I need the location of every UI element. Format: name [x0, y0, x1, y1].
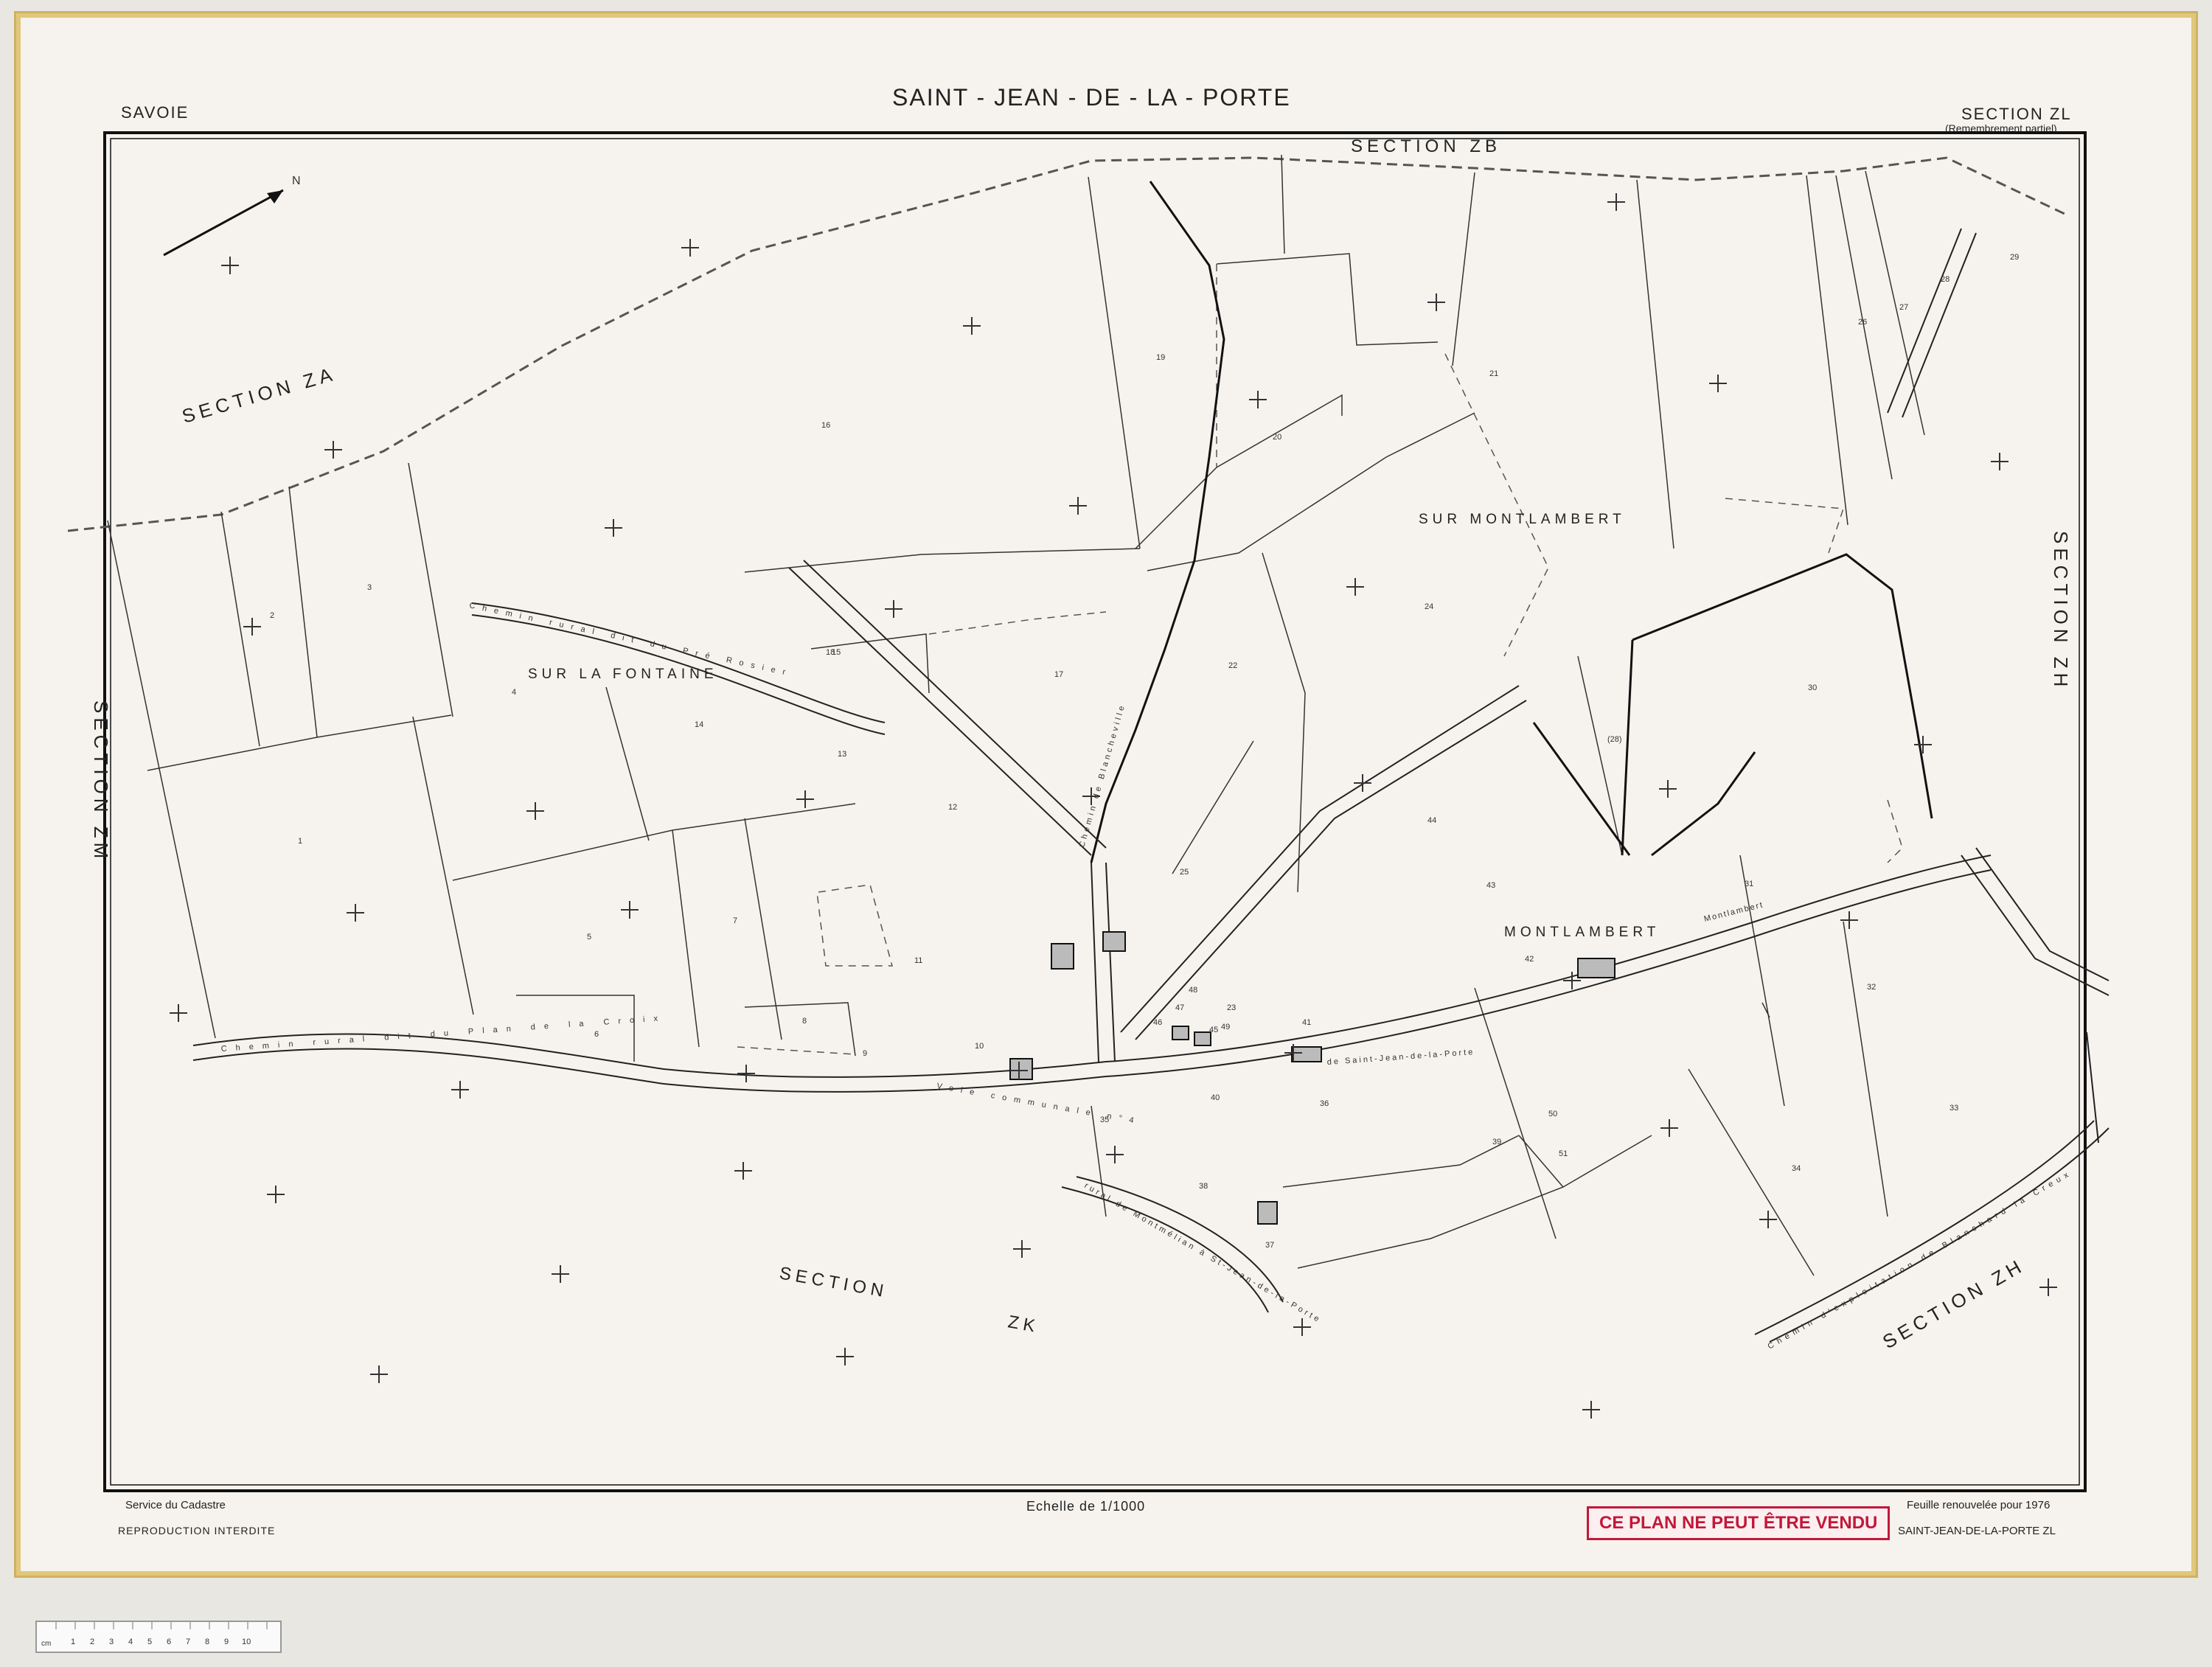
- scale-label: Echelle de 1/1000: [1026, 1499, 1146, 1514]
- road-blancheville: Chemin de Blancheville: [1077, 702, 1127, 848]
- lieu-dit-sur-la-fontaine: SUR LA FONTAINE: [528, 667, 718, 682]
- section-za-label: SECTION ZA: [179, 362, 338, 427]
- lieu-dit-sur-montlambert: SUR MONTLAMBERT: [1419, 512, 1626, 527]
- ruler-unit: cm: [41, 1640, 51, 1648]
- map-drawing: N SECTION ZB SECTION ZA SECTION ZM SECTI…: [67, 131, 2110, 1492]
- dashed-lines: [737, 264, 1903, 1055]
- road-saint-jean: de Saint-Jean-de-la-Porte: [1326, 1048, 1475, 1067]
- north-arrow: [163, 189, 284, 257]
- parcel-number: 23: [1227, 1003, 1236, 1012]
- parcel-number: 43: [1486, 881, 1495, 890]
- parcel-number: 30: [1808, 683, 1817, 692]
- parcel-number: 26: [1858, 318, 1867, 327]
- parcel-number: 21: [1489, 369, 1498, 378]
- parcel-number: 50: [1548, 1110, 1557, 1118]
- section-zm-label: SECTION ZM: [90, 700, 112, 863]
- parcel-numbers: 1 2 3 4 5 6 7 8 9 10 11 12 13 14 15 16 1…: [270, 253, 2019, 1250]
- ruler-digit: 7: [186, 1638, 190, 1646]
- parcel-number: 46: [1153, 1018, 1162, 1027]
- parcel-number: 10: [975, 1042, 984, 1051]
- parcel-number: 18: [826, 648, 835, 657]
- parcel-number: 1: [298, 837, 302, 846]
- parcel-number: 29: [2010, 253, 2019, 262]
- parcel-number: 2: [270, 611, 274, 620]
- parcel-number: 3: [367, 583, 372, 592]
- parcel-number: 8: [802, 1017, 807, 1026]
- parcel-number: 12: [948, 803, 957, 812]
- parcel-number: 7: [733, 916, 737, 925]
- section-zh-right-label: SECTION ZH: [2050, 531, 2072, 691]
- parcel-number: 19: [1156, 353, 1165, 362]
- parcel-number: 47: [1175, 1003, 1184, 1012]
- parcel-number: 24: [1425, 602, 1433, 611]
- parcel-number: 20: [1273, 433, 1281, 442]
- parcel-number: 27: [1899, 303, 1908, 312]
- ruler-digit: 10: [242, 1638, 251, 1646]
- road-montmelian: rural de Montmélian à St-Jean-de-la-Port…: [1083, 1181, 1324, 1325]
- scale-ruler: cm 1 2 3 4 5 6 7 8 9 10: [35, 1621, 282, 1653]
- road-voie-communale: Voie communale n°4: [936, 1082, 1141, 1127]
- parcel-number: 34: [1792, 1164, 1801, 1173]
- parcel-number: 37: [1265, 1241, 1274, 1250]
- parcel-number: 25: [1180, 868, 1189, 877]
- ruler-digit: 3: [109, 1638, 114, 1646]
- parcel-number: 38: [1199, 1182, 1208, 1191]
- parcel-number: 45: [1209, 1026, 1218, 1034]
- section-zk-label-2: ZK: [1006, 1312, 1041, 1337]
- parcel-number: 11: [914, 956, 922, 965]
- parcel-number: 32: [1867, 983, 1876, 992]
- parcel-number: 5: [587, 933, 591, 942]
- ruler-digit: 5: [147, 1638, 152, 1646]
- parcel-number: 39: [1492, 1138, 1501, 1146]
- ruler-digit: 9: [224, 1638, 229, 1646]
- ruler-digit: 2: [90, 1638, 94, 1646]
- parcel-number: 49: [1221, 1023, 1230, 1031]
- parcel-number: 16: [821, 421, 830, 430]
- parcel-lines: [107, 154, 1925, 1276]
- parcel-number: 48: [1189, 986, 1197, 995]
- parcel-number: (28): [1607, 735, 1622, 744]
- road-plan-de-la-croix: Chemin rural dit du Plan de la Croix: [220, 1014, 667, 1054]
- parcel-number: 9: [863, 1049, 867, 1058]
- parcel-number: 40: [1211, 1093, 1220, 1102]
- parcel-number: 36: [1320, 1099, 1329, 1108]
- parcel-number: 14: [695, 720, 703, 729]
- service-label: Service du Cadastre: [125, 1499, 226, 1511]
- roads: [192, 228, 2110, 1343]
- not-for-sale-stamp: CE PLAN NE PEUT ÊTRE VENDU: [1587, 1506, 1891, 1540]
- survey-crosses: [170, 193, 2057, 1419]
- section-zk-label-1: SECTION: [778, 1263, 889, 1301]
- parcel-number: 17: [1054, 670, 1063, 679]
- parcel-number: 22: [1228, 661, 1237, 670]
- parcel-number: 42: [1525, 955, 1534, 964]
- lieu-dit-montlambert: MONTLAMBERT: [1504, 925, 1660, 940]
- road-montlambert: Montlambert: [1703, 900, 1765, 924]
- ruler-digit: 6: [167, 1638, 171, 1646]
- reproduction-label: REPRODUCTION INTERDITE: [118, 1525, 276, 1537]
- parcel-number: 6: [594, 1030, 599, 1039]
- ruler-ticks: cm 1 2 3 4 5 6 7 8 9 10: [41, 1622, 268, 1648]
- parcel-number: 13: [838, 750, 846, 759]
- section-zb-label: SECTION ZB: [1351, 136, 1501, 156]
- parcel-number: 35: [1100, 1116, 1109, 1124]
- ruler-digit: 4: [128, 1638, 133, 1646]
- parcel-number: 41: [1302, 1018, 1311, 1027]
- renewed-label: Feuille renouvelée pour 1976: [1907, 1499, 2051, 1511]
- parcel-number: 28: [1941, 275, 1950, 284]
- sheet-ref-label: SAINT-JEAN-DE-LA-PORTE ZL: [1898, 1525, 2056, 1537]
- north-label: N: [292, 175, 301, 187]
- parcel-number: 51: [1559, 1149, 1568, 1158]
- section-boundary: [67, 156, 2065, 532]
- ruler-digit: 8: [205, 1638, 209, 1646]
- parcel-number: 44: [1427, 816, 1436, 825]
- parcel-number: 31: [1745, 880, 1753, 888]
- parcel-number: 33: [1950, 1104, 1958, 1113]
- parcel-number: 4: [512, 688, 516, 697]
- ruler-digit: 1: [71, 1638, 75, 1646]
